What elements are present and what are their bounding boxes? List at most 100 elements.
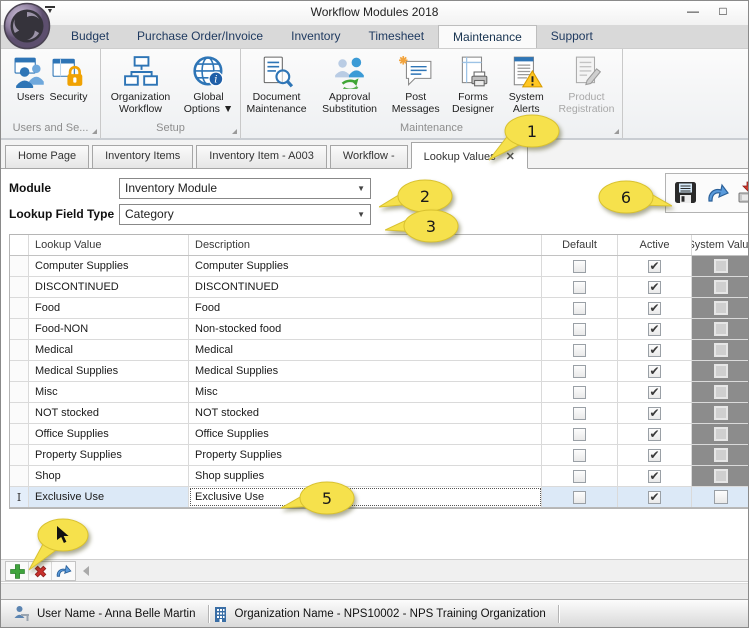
active-checkbox[interactable]: ✔: [648, 428, 661, 441]
undo-icon[interactable]: [706, 181, 730, 205]
doc-tab-inventory-item-a003[interactable]: Inventory Item - A003: [196, 145, 327, 168]
ribbon-tab-maintenance[interactable]: Maintenance: [438, 25, 537, 48]
default-checkbox[interactable]: [573, 302, 586, 315]
default-checkbox[interactable]: [573, 407, 586, 420]
lookup-value-cell[interactable]: Computer Supplies: [29, 256, 189, 276]
active-checkbox[interactable]: ✔: [648, 281, 661, 294]
default-checkbox[interactable]: [573, 365, 586, 378]
ribbon-tab-purchase-order-invoice[interactable]: Purchase Order/Invoice: [123, 25, 277, 48]
lookup-field-type-dropdown[interactable]: Category ▼: [119, 204, 371, 225]
description-cell[interactable]: Property Supplies: [189, 445, 542, 465]
active-checkbox[interactable]: ✔: [648, 407, 661, 420]
default-checkbox[interactable]: [573, 428, 586, 441]
default-checkbox[interactable]: [573, 323, 586, 336]
description-cell[interactable]: Shop supplies: [189, 466, 542, 486]
table-row[interactable]: Food-NON Non-stocked food ✔: [10, 319, 749, 340]
lookup-value-cell[interactable]: NOT stocked: [29, 403, 189, 423]
doc-tab-lookup-values[interactable]: Lookup Values✕: [411, 142, 528, 169]
description-cell[interactable]: Non-stocked food: [189, 319, 542, 339]
lookup-value-cell[interactable]: Office Supplies: [29, 424, 189, 444]
close-tab-icon[interactable]: ✕: [506, 151, 515, 163]
lookup-value-cell[interactable]: Food-NON: [29, 319, 189, 339]
lookup-value-cell[interactable]: Food: [29, 298, 189, 318]
scroll-left-arrow-icon[interactable]: [83, 566, 89, 576]
column-header-description[interactable]: Description: [189, 235, 542, 255]
default-checkbox[interactable]: [573, 449, 586, 462]
ribbon-tab-support[interactable]: Support: [537, 25, 607, 48]
lookup-value-cell[interactable]: DISCONTINUED: [29, 277, 189, 297]
post-messages-button[interactable]: Post Messages: [387, 54, 444, 116]
description-cell[interactable]: Food: [189, 298, 542, 318]
table-row[interactable]: Computer Supplies Computer Supplies ✔: [10, 256, 749, 277]
doc-tab-inventory-items[interactable]: Inventory Items: [92, 145, 193, 168]
table-row[interactable]: DISCONTINUED DISCONTINUED ✔: [10, 277, 749, 298]
app-logo-icon[interactable]: [3, 2, 51, 50]
table-row[interactable]: Shop Shop supplies ✔: [10, 466, 749, 487]
description-cell[interactable]: Medical Supplies: [189, 361, 542, 381]
default-checkbox[interactable]: [573, 281, 586, 294]
column-header-lookup-value[interactable]: Lookup Value: [29, 235, 189, 255]
table-row[interactable]: Misc Misc ✔: [10, 382, 749, 403]
table-row[interactable]: Office Supplies Office Supplies ✔: [10, 424, 749, 445]
users-button[interactable]: Users: [13, 54, 49, 104]
description-cell[interactable]: Office Supplies: [189, 424, 542, 444]
description-cell[interactable]: Medical: [189, 340, 542, 360]
active-checkbox[interactable]: ✔: [648, 344, 661, 357]
description-cell[interactable]: Misc: [189, 382, 542, 402]
forms-designer-button[interactable]: Forms Designer: [444, 54, 501, 116]
undo-changes-button[interactable]: [52, 562, 75, 580]
table-row[interactable]: Medical Supplies Medical Supplies ✔: [10, 361, 749, 382]
active-checkbox[interactable]: ✔: [648, 491, 661, 504]
default-checkbox[interactable]: [573, 386, 586, 399]
doc-tab-workflow[interactable]: Workflow -: [330, 145, 408, 168]
security-button[interactable]: Security: [49, 54, 89, 104]
global-options-button[interactable]: i Global Options ▼: [179, 54, 239, 116]
approval-substitution-button[interactable]: Approval Substitution: [312, 54, 387, 116]
ribbon-tab-budget[interactable]: Budget: [57, 25, 123, 48]
lookup-value-cell[interactable]: Shop: [29, 466, 189, 486]
column-header-default[interactable]: Default: [542, 235, 618, 255]
export-icon[interactable]: [738, 181, 748, 205]
document-maintenance-button[interactable]: Document Maintenance: [241, 54, 312, 116]
active-checkbox[interactable]: ✔: [648, 386, 661, 399]
default-checkbox[interactable]: [573, 491, 586, 504]
doc-tab-home-page[interactable]: Home Page: [5, 145, 89, 168]
table-row[interactable]: Property Supplies Property Supplies ✔: [10, 445, 749, 466]
system-alerts-button[interactable]: System Alerts: [502, 54, 551, 116]
active-checkbox[interactable]: ✔: [648, 470, 661, 483]
active-checkbox[interactable]: ✔: [648, 260, 661, 273]
column-header-system-value[interactable]: System Value: [692, 235, 749, 255]
active-checkbox[interactable]: ✔: [648, 323, 661, 336]
lookup-value-cell[interactable]: Medical: [29, 340, 189, 360]
group-dialog-launcher-icon[interactable]: [92, 129, 97, 134]
description-cell[interactable]: DISCONTINUED: [189, 277, 542, 297]
minimize-button[interactable]: —: [680, 2, 706, 20]
lookup-value-cell[interactable]: Exclusive Use: [29, 487, 189, 507]
maximize-button[interactable]: □: [710, 2, 736, 20]
group-dialog-launcher-icon[interactable]: [232, 129, 237, 134]
ribbon-tab-inventory[interactable]: Inventory: [277, 25, 354, 48]
group-dialog-launcher-icon[interactable]: [614, 129, 619, 134]
default-checkbox[interactable]: [573, 344, 586, 357]
table-row[interactable]: Medical Medical ✔: [10, 340, 749, 361]
lookup-value-cell[interactable]: Property Supplies: [29, 445, 189, 465]
description-cell[interactable]: Computer Supplies: [189, 256, 542, 276]
default-checkbox[interactable]: [573, 470, 586, 483]
active-checkbox[interactable]: ✔: [648, 449, 661, 462]
default-checkbox[interactable]: [573, 260, 586, 273]
add-row-button[interactable]: [6, 562, 29, 580]
ribbon-tab-timesheet[interactable]: Timesheet: [354, 25, 438, 48]
table-row[interactable]: Food Food ✔: [10, 298, 749, 319]
column-header-active[interactable]: Active: [618, 235, 692, 255]
delete-row-button[interactable]: [29, 562, 52, 580]
module-dropdown[interactable]: Inventory Module ▼: [119, 178, 371, 199]
table-row[interactable]: NOT stocked NOT stocked ✔: [10, 403, 749, 424]
active-checkbox[interactable]: ✔: [648, 302, 661, 315]
active-checkbox[interactable]: ✔: [648, 365, 661, 378]
save-icon[interactable]: [674, 181, 698, 205]
organization-workflow-button[interactable]: Organization Workflow: [103, 54, 179, 116]
lookup-value-cell[interactable]: Misc: [29, 382, 189, 402]
table-row[interactable]: I Exclusive Use Exclusive Use ✔: [10, 487, 749, 508]
description-cell[interactable]: NOT stocked: [189, 403, 542, 423]
lookup-value-cell[interactable]: Medical Supplies: [29, 361, 189, 381]
